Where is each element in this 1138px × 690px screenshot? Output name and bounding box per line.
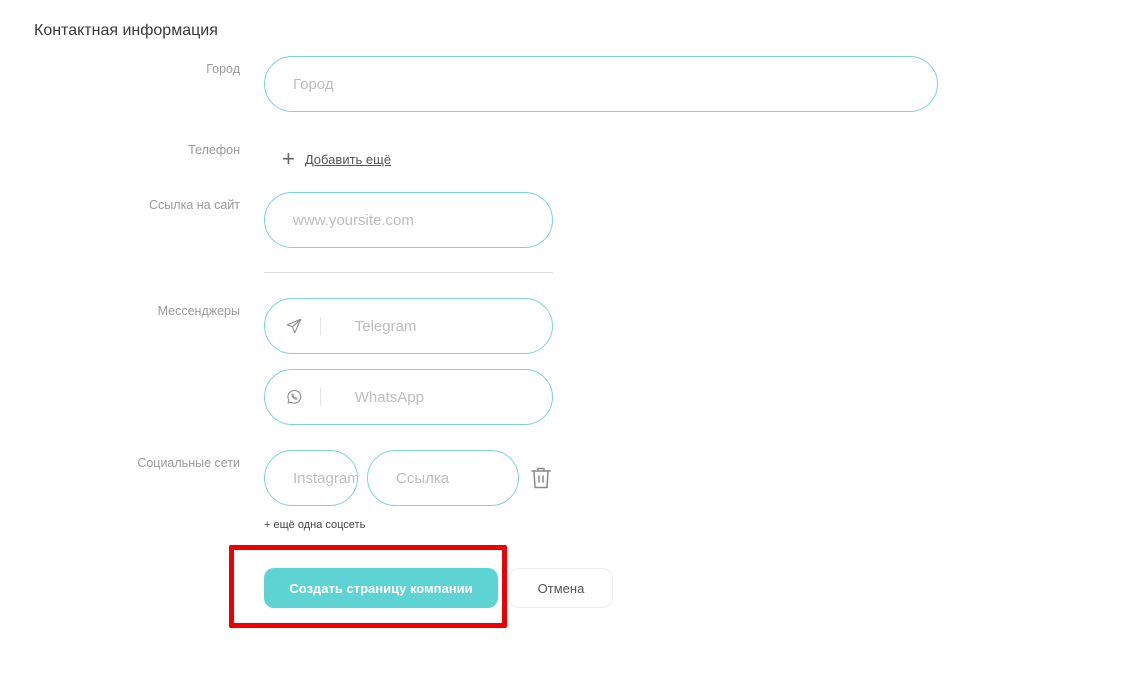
social-type-value: Instagram — [293, 469, 358, 487]
plus-icon: + — [282, 146, 295, 171]
separator — [320, 317, 321, 335]
telegram-icon — [285, 317, 303, 335]
cancel-button[interactable]: Отмена — [509, 568, 613, 608]
website-field[interactable] — [264, 192, 553, 248]
social-label: Социальные сети — [137, 456, 240, 470]
telegram-input[interactable] — [354, 299, 552, 353]
add-phone-button[interactable]: + Добавить ещё — [282, 148, 391, 170]
whatsapp-field[interactable] — [264, 369, 553, 425]
section-title: Контактная информация — [34, 22, 218, 39]
whatsapp-icon — [285, 388, 303, 406]
city-input[interactable] — [293, 57, 937, 111]
add-phone-link[interactable]: Добавить ещё — [305, 152, 391, 167]
social-link-field[interactable] — [367, 450, 519, 506]
social-type-select[interactable]: Instagram — [264, 450, 358, 506]
separator — [320, 388, 321, 406]
trash-icon — [531, 467, 551, 489]
website-label: Ссылка на сайт — [149, 198, 240, 212]
city-label: Город — [206, 62, 240, 76]
website-input[interactable] — [293, 193, 552, 247]
add-social-link[interactable]: + ещё одна соцсеть — [264, 519, 365, 531]
city-field[interactable] — [264, 56, 938, 112]
divider — [264, 272, 553, 273]
phone-label: Телефон — [188, 143, 240, 157]
delete-social-button[interactable] — [530, 466, 552, 490]
messengers-label: Мессенджеры — [157, 304, 240, 318]
highlight-annotation — [229, 545, 507, 628]
whatsapp-input[interactable] — [354, 370, 552, 424]
social-link-input[interactable] — [396, 451, 518, 505]
telegram-field[interactable] — [264, 298, 553, 354]
